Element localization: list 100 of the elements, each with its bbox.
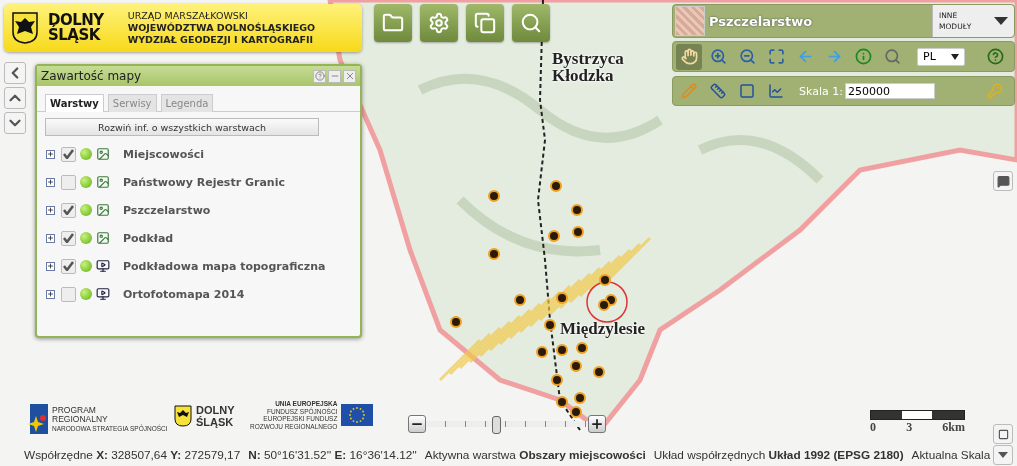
map-marker[interactable] [556, 292, 568, 304]
zoom-in-button[interactable] [588, 415, 606, 433]
plus-icon [47, 150, 54, 158]
chevron-left-button[interactable] [4, 62, 26, 84]
zoom-out-button[interactable] [408, 415, 426, 433]
map-marker[interactable] [548, 230, 560, 242]
status-text: Aktywna warstwa Obszary miejscowości [424, 448, 646, 462]
zoom-out-icon [738, 48, 756, 65]
caret-icon [998, 452, 1008, 458]
comment-button[interactable] [993, 171, 1013, 191]
screen-icon [96, 287, 110, 301]
plus-icon [47, 178, 54, 186]
folder-icon [382, 12, 404, 34]
plus-icon [590, 417, 604, 431]
map-marker[interactable] [488, 190, 500, 202]
expand-toggle[interactable] [46, 149, 55, 159]
map-marker[interactable] [551, 374, 563, 386]
language-select[interactable]: PL [917, 47, 965, 66]
square-icon [739, 83, 755, 99]
module-thumbnail [675, 6, 705, 36]
key-icon [987, 83, 1003, 99]
folder-button[interactable] [374, 4, 412, 42]
close-button[interactable] [343, 69, 356, 83]
dropdown-button[interactable] [993, 445, 1013, 465]
map-place-label: Międzylesie [560, 320, 646, 337]
chevron-up-button[interactable] [4, 87, 26, 109]
pan-hand-icon [680, 48, 698, 65]
search-button[interactable] [512, 4, 550, 42]
expand-toggle[interactable] [46, 205, 55, 215]
brand-name: DOLNY ŚLĄSK [48, 13, 104, 43]
image-icon [96, 175, 110, 189]
status-text: Współrzędne X: 328507,64 Y: 272579,17 [24, 448, 241, 462]
map-marker[interactable] [593, 366, 605, 378]
map-marker[interactable] [571, 204, 583, 216]
map-marker[interactable] [556, 396, 568, 408]
expand-toggle[interactable] [46, 261, 55, 271]
status-text: N: 50°16'31.52'' E: 16°36'14.12'' [248, 448, 417, 462]
map-marker[interactable] [556, 344, 568, 356]
expand-toggle[interactable] [46, 289, 55, 299]
layer-checkbox[interactable] [61, 202, 76, 218]
map-marker[interactable] [570, 406, 582, 418]
zoom-in-icon [709, 48, 727, 65]
map-marker[interactable] [598, 299, 610, 311]
eagle-crest-icon [12, 12, 38, 44]
layer-checkbox[interactable] [61, 230, 76, 246]
help-icon [986, 48, 1004, 65]
map-marker[interactable] [599, 274, 611, 286]
map-marker[interactable] [544, 319, 556, 331]
plus-icon [47, 290, 54, 298]
eagle-crest-icon [174, 405, 192, 427]
expand-all-button[interactable]: Rozwiń inf. o wszystkich warstwach [45, 118, 319, 136]
map-marker[interactable] [574, 392, 586, 404]
map-marker[interactable] [570, 360, 582, 372]
plus-icon [47, 262, 54, 270]
chevron-down-button[interactable] [4, 112, 26, 134]
settings-button[interactable] [420, 4, 458, 42]
eu-flag-icon [341, 404, 374, 426]
region-logo-text: DOLNY ŚLĄSK [196, 404, 235, 428]
scale-tick-label: 3 [906, 420, 913, 435]
windows-button[interactable] [466, 4, 504, 42]
info-icon [854, 48, 872, 65]
layer-name: Miejscowości [123, 147, 205, 161]
map-marker[interactable] [488, 248, 500, 260]
checkmark-icon [63, 149, 74, 159]
screen-icon [96, 259, 110, 273]
status-text: Układ współrzędnych Układ 1992 (EPSG 2180) [653, 448, 904, 462]
image-icon [96, 203, 110, 217]
status-dot [80, 176, 92, 188]
panel-tab[interactable]: Warstwy [45, 94, 104, 112]
zoom-slider-thumb[interactable] [491, 416, 501, 434]
pan-tool[interactable] [676, 43, 702, 70]
scale-tick-label: 0 [870, 420, 876, 435]
close-icon [345, 72, 354, 80]
expand-toggle[interactable] [46, 177, 55, 187]
comment-icon [996, 174, 1010, 188]
status-dot [80, 204, 92, 216]
chart-line-icon [768, 83, 784, 99]
map-marker[interactable] [450, 316, 462, 328]
status-text: Aktualna Skala [911, 448, 991, 462]
map-marker[interactable] [536, 346, 548, 358]
map-marker[interactable] [550, 180, 562, 192]
scale-input[interactable]: 250000 [844, 83, 935, 99]
zoom-frame-icon [767, 48, 785, 65]
layer-checkbox[interactable] [61, 146, 76, 162]
layer-checkbox[interactable] [61, 174, 76, 190]
status-dot [80, 232, 92, 244]
expand-toggle[interactable] [46, 233, 55, 243]
layer-checkbox[interactable] [61, 258, 76, 274]
map-marker[interactable] [572, 226, 584, 238]
gear-icon [428, 12, 450, 34]
scale-label: Skala 1: [799, 84, 843, 98]
search-icon [883, 48, 901, 65]
module-title: Pszczelarstwo [709, 13, 814, 29]
help-icon [314, 71, 325, 81]
checkmark-icon [63, 261, 74, 271]
resize-button[interactable] [993, 424, 1013, 444]
ruler-icon [710, 83, 726, 99]
map-marker[interactable] [576, 342, 588, 354]
map-marker[interactable] [514, 294, 526, 306]
layer-checkbox[interactable] [61, 286, 76, 302]
